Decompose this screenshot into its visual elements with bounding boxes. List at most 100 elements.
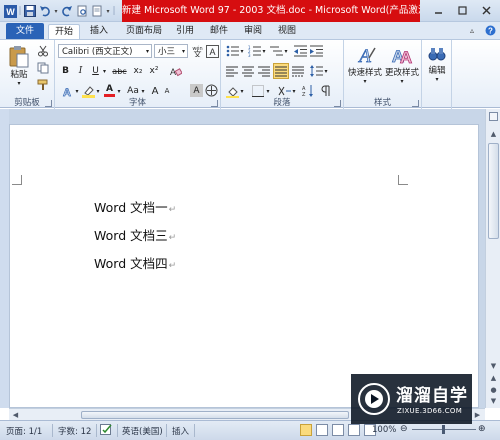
numbering-icon[interactable]: 123 [247, 44, 261, 58]
numbering-dropdown-icon[interactable]: ▾ [261, 44, 267, 58]
watermark-url: ZIXUE.3D66.COM [397, 407, 463, 415]
close-button[interactable] [474, 2, 498, 19]
next-page-icon[interactable]: ▼ [489, 396, 498, 405]
strikethrough-button[interactable]: abc [111, 64, 128, 78]
clear-formatting-icon[interactable]: A [167, 64, 183, 78]
tab-review[interactable]: 审阅 [242, 24, 264, 39]
font-name-combo[interactable]: Calibri (西文正文) ▾ [58, 44, 152, 58]
document-line-1[interactable]: Word 文档一↵ [94, 197, 176, 216]
zoom-slider[interactable]: ⊖ ⊕ [400, 425, 488, 435]
scroll-up-icon[interactable]: ▲ [489, 129, 498, 138]
increase-indent-icon[interactable] [309, 44, 323, 58]
undo-dropdown-icon[interactable]: ▾ [53, 4, 59, 18]
minimize-button[interactable] [426, 2, 450, 19]
customize-qat-icon[interactable]: ▾ [105, 4, 111, 18]
previous-page-icon[interactable]: ▲ [489, 373, 498, 382]
phonetic-guide-icon[interactable]: wén 文 [190, 44, 204, 58]
word-app-icon[interactable]: W [3, 4, 17, 18]
tab-references[interactable]: 引用 [174, 24, 196, 39]
save-icon[interactable] [23, 4, 37, 18]
paste-button[interactable]: 粘贴 ▾ [6, 44, 32, 87]
zoom-in-icon[interactable]: ⊕ [478, 425, 486, 434]
font-size-combo[interactable]: 小三 ▾ [154, 44, 188, 58]
tab-mailings[interactable]: 邮件 [208, 24, 230, 39]
subscript-button[interactable]: x₂ [131, 64, 145, 78]
insert-mode[interactable]: 插入 [172, 425, 189, 437]
distributed-align-icon[interactable] [291, 64, 305, 78]
tab-file[interactable]: 文件 [6, 23, 44, 39]
line-spacing-icon[interactable] [309, 64, 323, 78]
ribbon-tabs: 文件 开始 插入 页面布局 引用 邮件 审阅 视图 ▵ ? [0, 22, 500, 39]
print-preview-icon[interactable] [75, 4, 89, 18]
bold-button[interactable]: B [59, 64, 72, 78]
document-page[interactable]: Word 文档一↵ Word 文档三↵ Word 文档四↵ [9, 124, 479, 408]
tab-page-layout[interactable]: 页面布局 [122, 24, 166, 39]
format-painter-icon[interactable] [36, 78, 50, 92]
styles-launcher[interactable] [412, 100, 419, 107]
quick-styles-dropdown-icon[interactable]: ▾ [363, 78, 366, 85]
align-center-icon[interactable] [241, 64, 255, 78]
scroll-left-icon[interactable]: ◀ [11, 410, 20, 419]
word-count[interactable]: 字数: 12 [58, 425, 91, 437]
cut-icon[interactable] [36, 44, 50, 58]
multilevel-list-icon[interactable] [269, 44, 283, 58]
document-line-2[interactable]: Word 文档三↵ [94, 225, 176, 244]
ruler-toggle-icon[interactable] [489, 112, 498, 121]
maximize-button[interactable] [450, 2, 474, 19]
bullets-dropdown-icon[interactable]: ▾ [239, 44, 245, 58]
vertical-scrollbar[interactable]: ▲ ▼ ▲ ● ▼ [485, 109, 500, 408]
line-spacing-dropdown-icon[interactable]: ▾ [323, 64, 329, 78]
proofing-icon[interactable] [100, 424, 113, 439]
margin-corner-top-left [12, 175, 22, 185]
zoom-level[interactable]: 100% [372, 425, 396, 435]
font-name-dropdown-icon[interactable]: ▾ [146, 48, 149, 55]
italic-button[interactable]: I [74, 64, 87, 78]
align-right-icon[interactable] [257, 64, 271, 78]
document-line-3[interactable]: Word 文档四↵ [94, 253, 176, 272]
multilevel-dropdown-icon[interactable]: ▾ [283, 44, 289, 58]
underline-dropdown-icon[interactable]: ▾ [101, 64, 108, 78]
new-document-icon[interactable] [90, 4, 104, 18]
redo-icon[interactable] [60, 4, 74, 18]
page-count[interactable]: 页面: 1/1 [6, 425, 42, 437]
tab-home[interactable]: 开始 [48, 24, 80, 39]
paste-dropdown-icon[interactable]: ▾ [17, 80, 20, 87]
tab-insert[interactable]: 插入 [88, 24, 110, 39]
copy-icon[interactable] [36, 61, 50, 75]
change-styles-button[interactable]: AA 更改样式 ▾ [384, 44, 420, 85]
enclose-characters-icon[interactable]: A [205, 44, 219, 58]
justify-icon[interactable] [273, 63, 289, 79]
horizontal-scroll-thumb[interactable] [81, 411, 349, 419]
minimize-ribbon-icon[interactable]: ▵ [466, 24, 478, 36]
tab-view[interactable]: 视图 [276, 24, 298, 39]
full-screen-reading-icon[interactable] [316, 424, 328, 436]
decrease-indent-icon[interactable] [293, 44, 307, 58]
font-size-dropdown-icon[interactable]: ▾ [182, 48, 185, 55]
align-left-icon[interactable] [225, 64, 239, 78]
bullets-icon[interactable] [225, 44, 239, 58]
outline-view-icon[interactable] [348, 424, 360, 436]
zoom-out-icon[interactable]: ⊖ [400, 425, 408, 434]
svg-text:A: A [400, 48, 412, 66]
editing-dropdown-icon[interactable]: ▾ [435, 76, 438, 83]
editing-button[interactable]: 编辑 ▾ [424, 44, 450, 83]
print-layout-view-icon[interactable] [300, 424, 312, 436]
vertical-scroll-thumb[interactable] [488, 143, 499, 239]
help-icon[interactable]: ? [484, 24, 496, 36]
superscript-button[interactable]: x² [147, 64, 161, 78]
line-text: Word 文档一 [94, 200, 168, 215]
change-styles-dropdown-icon[interactable]: ▾ [400, 78, 403, 85]
zoom-thumb[interactable] [442, 425, 445, 434]
language-status[interactable]: 英语(美国) [122, 425, 163, 437]
font-color-letter: A [106, 84, 113, 94]
scroll-right-icon[interactable]: ▶ [473, 410, 482, 419]
group-font: Calibri (西文正文) ▾ 小三 ▾ wén 文 A B I U ▾ abc… [55, 40, 221, 109]
clipboard-launcher[interactable] [45, 100, 52, 107]
browse-object-icon[interactable]: ● [489, 385, 498, 394]
scroll-down-icon[interactable]: ▼ [489, 361, 498, 370]
paragraph-launcher[interactable] [334, 100, 341, 107]
quick-styles-button[interactable]: A 快速样式 ▾ [346, 44, 384, 85]
undo-icon[interactable] [38, 4, 52, 18]
font-launcher[interactable] [211, 100, 218, 107]
web-layout-icon[interactable] [332, 424, 344, 436]
